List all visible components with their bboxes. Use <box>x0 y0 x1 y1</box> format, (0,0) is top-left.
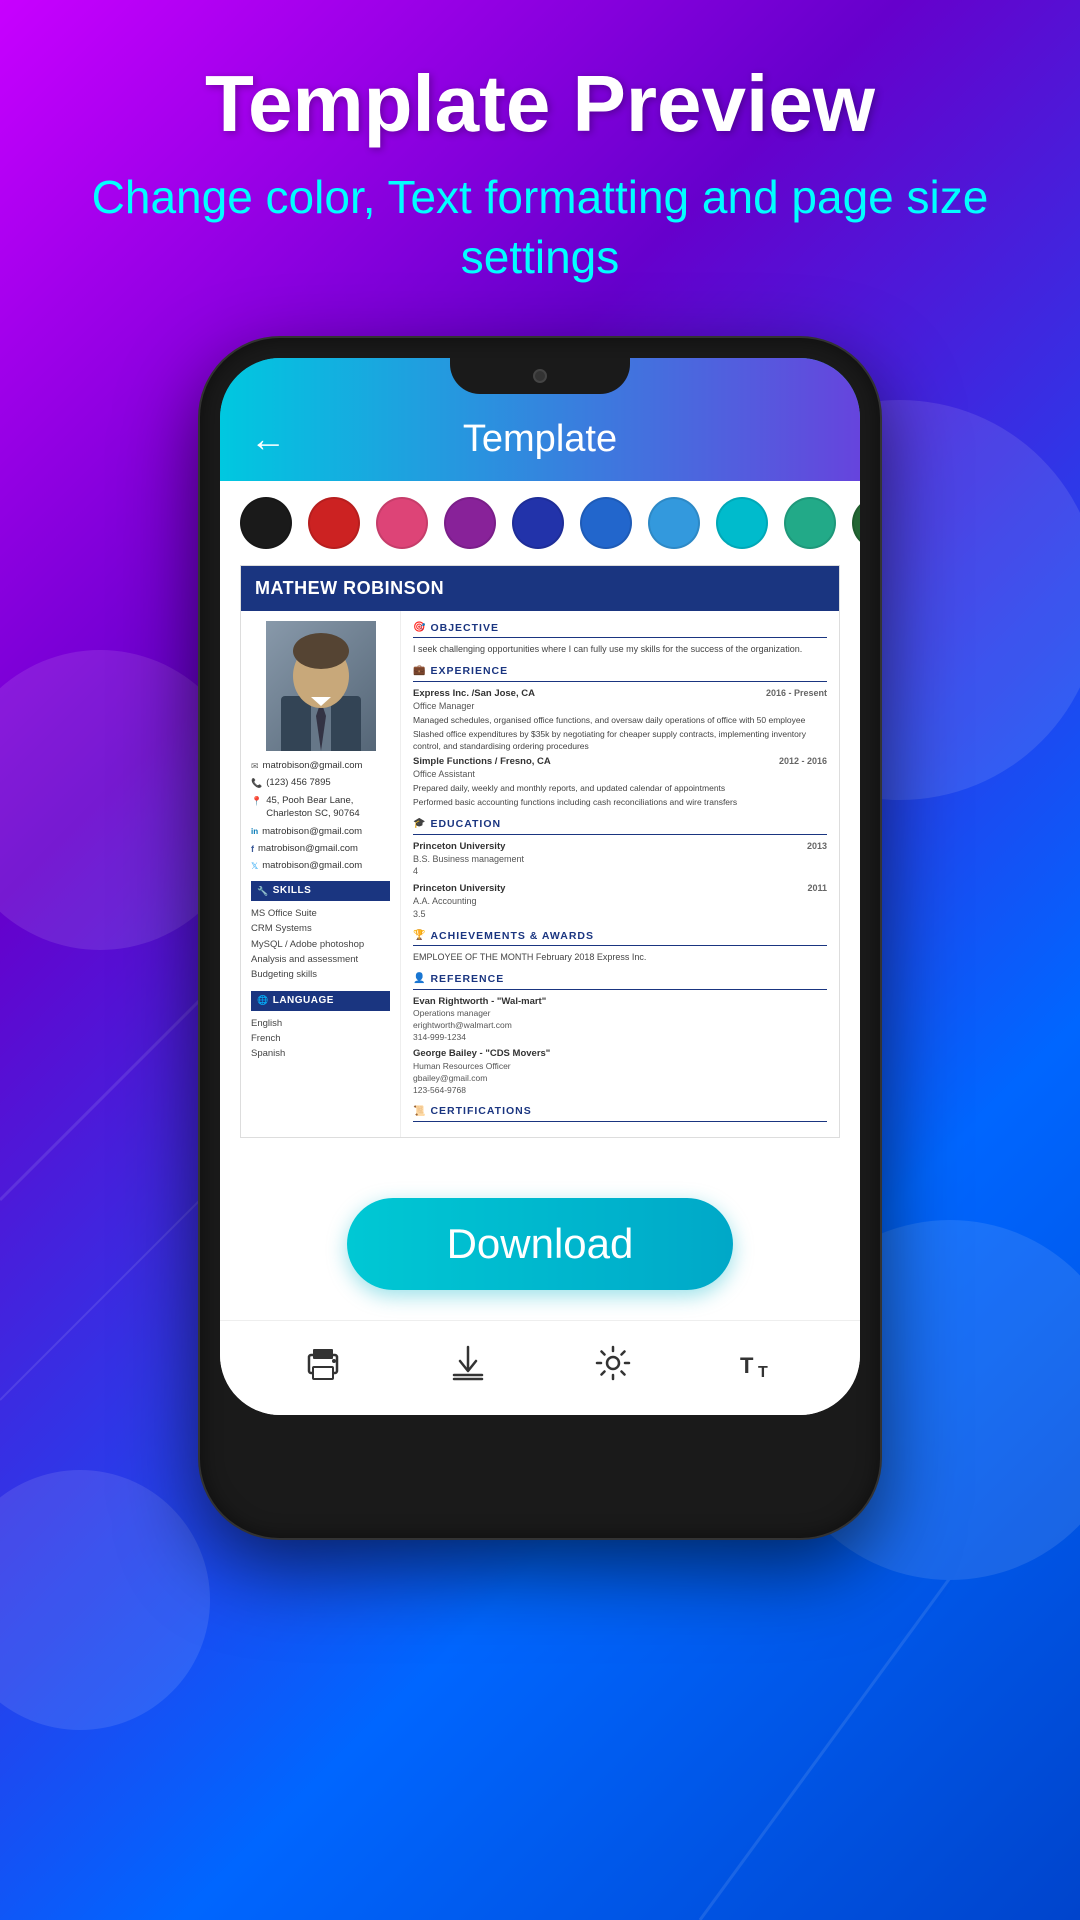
reference-title: 👤 REFERENCE <box>413 972 827 990</box>
resume-photo <box>266 621 376 751</box>
phone-camera <box>533 369 547 383</box>
exp-role-1: Office Manager <box>413 700 827 713</box>
ref-name-1: Evan Rightworth - "Wal-mart" <box>413 995 827 1008</box>
exp-role-2: Office Assistant <box>413 768 827 781</box>
exp-desc-2b: Performed basic accounting functions inc… <box>413 797 827 808</box>
nav-text-size[interactable]: T T <box>736 1341 780 1385</box>
phone-mockup: ← Template MATHEW ROBINSON <box>0 338 1080 1538</box>
lang-1: English <box>251 1016 390 1031</box>
resume-left-column: ✉ matrobison@gmail.com 📞 (123) 456 7895 … <box>241 611 401 1137</box>
back-button[interactable]: ← <box>250 418 286 460</box>
language-header: 🌐 LANGUAGE <box>251 991 390 1011</box>
lang-3: Spanish <box>251 1046 390 1061</box>
color-picker-row <box>220 481 860 565</box>
skill-2: CRM Systems <box>251 921 390 936</box>
ref-item-1: Evan Rightworth - "Wal-mart" Operations … <box>413 995 827 1044</box>
skill-3: MySQL / Adobe photoshop <box>251 937 390 952</box>
phone-frame: ← Template MATHEW ROBINSON <box>200 338 880 1538</box>
edu-item-1: Princeton University 2013 B.S. Business … <box>413 840 827 878</box>
color-blue[interactable] <box>580 497 632 549</box>
color-red[interactable] <box>308 497 360 549</box>
objective-title: 🎯 OBJECTIVE <box>413 621 827 639</box>
ref-role-1: Operations manager <box>413 1008 827 1020</box>
contact-linkedin: in matrobison@gmail.com <box>251 825 390 838</box>
certifications-title: 📜 CERTIFICATIONS <box>413 1104 827 1122</box>
edu-school-2: Princeton University 2011 <box>413 882 827 895</box>
ref-email-1: erightworth@walmart.com <box>413 1020 827 1032</box>
color-dark-blue[interactable] <box>512 497 564 549</box>
ref-email-2: gbailey@gmail.com <box>413 1073 827 1085</box>
exp-desc-1b: Slashed office expenditures by $35k by n… <box>413 729 827 752</box>
edu-degree-1: B.S. Business management <box>413 853 827 866</box>
nav-print[interactable] <box>301 1341 345 1385</box>
color-black[interactable] <box>240 497 292 549</box>
ref-role-2: Human Resources Officer <box>413 1061 827 1073</box>
resume-document: MATHEW ROBINSON <box>240 565 840 1139</box>
resume-name: MATHEW ROBINSON <box>241 566 839 611</box>
download-section: Download <box>220 1168 860 1320</box>
contact-address: 📍 45, Pooh Bear Lane, Charleston SC, 907… <box>251 794 390 821</box>
page-title: Template Preview <box>40 60 1040 148</box>
exp-company-2: Simple Functions / Fresno, CA 2012 - 201… <box>413 755 827 768</box>
skill-1: MS Office Suite <box>251 906 390 921</box>
education-title: 🎓 EDUCATION <box>413 817 827 835</box>
skill-4: Analysis and assessment <box>251 952 390 967</box>
bottom-nav: T T <box>220 1320 860 1415</box>
ref-phone-2: 123-564-9768 <box>413 1085 827 1097</box>
color-teal[interactable] <box>784 497 836 549</box>
page-subtitle: Change color, Text formatting and page s… <box>40 168 1040 288</box>
exp-item-2: Simple Functions / Fresno, CA 2012 - 201… <box>413 755 827 809</box>
app-title: Template <box>306 418 774 461</box>
color-cyan[interactable] <box>716 497 768 549</box>
color-pink[interactable] <box>376 497 428 549</box>
experience-title: 💼 EXPERIENCE <box>413 664 827 682</box>
edu-school-1: Princeton University 2013 <box>413 840 827 853</box>
resume-right-column: 🎯 OBJECTIVE I seek challenging opportuni… <box>401 611 839 1137</box>
contact-email: ✉ matrobison@gmail.com <box>251 759 390 773</box>
color-purple[interactable] <box>444 497 496 549</box>
edu-gpa-1: 4 <box>413 865 827 878</box>
phone-notch <box>450 358 630 394</box>
exp-item-1: Express Inc. /San Jose, CA 2016 - Presen… <box>413 687 827 752</box>
achievements-title: 🏆 ACHIEVEMENTS & AWARDS <box>413 929 827 947</box>
edu-degree-2: A.A. Accounting <box>413 895 827 908</box>
skills-header: 🔧 SKILLS <box>251 881 390 901</box>
download-button[interactable]: Download <box>347 1198 734 1290</box>
nav-settings[interactable] <box>591 1341 635 1385</box>
ref-phone-1: 314-999-1234 <box>413 1032 827 1044</box>
ref-name-2: George Bailey - "CDS Movers" <box>413 1047 827 1060</box>
exp-desc-2a: Prepared daily, weekly and monthly repor… <box>413 783 827 794</box>
resume-body: ✉ matrobison@gmail.com 📞 (123) 456 7895 … <box>241 611 839 1137</box>
edu-gpa-2: 3.5 <box>413 908 827 921</box>
exp-company-1: Express Inc. /San Jose, CA 2016 - Presen… <box>413 687 827 700</box>
edu-item-2: Princeton University 2011 A.A. Accountin… <box>413 882 827 920</box>
objective-text: I seek challenging opportunities where I… <box>413 643 827 656</box>
lang-2: French <box>251 1031 390 1046</box>
achievements-text: EMPLOYEE OF THE MONTH February 2018 Expr… <box>413 951 827 964</box>
contact-facebook: f matrobison@gmail.com <box>251 842 390 856</box>
phone-screen: ← Template MATHEW ROBINSON <box>220 358 860 1416</box>
resume-area: MATHEW ROBINSON <box>220 565 860 1169</box>
contact-twitter: 𝕏 matrobison@gmail.com <box>251 859 390 873</box>
nav-download[interactable] <box>446 1341 490 1385</box>
exp-desc-1a: Managed schedules, organised office func… <box>413 715 827 726</box>
svg-text:T: T <box>740 1353 754 1378</box>
color-light-blue[interactable] <box>648 497 700 549</box>
skill-5: Budgeting skills <box>251 967 390 982</box>
ref-item-2: George Bailey - "CDS Movers" Human Resou… <box>413 1047 827 1096</box>
contact-phone: 📞 (123) 456 7895 <box>251 776 390 790</box>
svg-text:T: T <box>758 1364 768 1381</box>
color-green[interactable] <box>852 497 860 549</box>
